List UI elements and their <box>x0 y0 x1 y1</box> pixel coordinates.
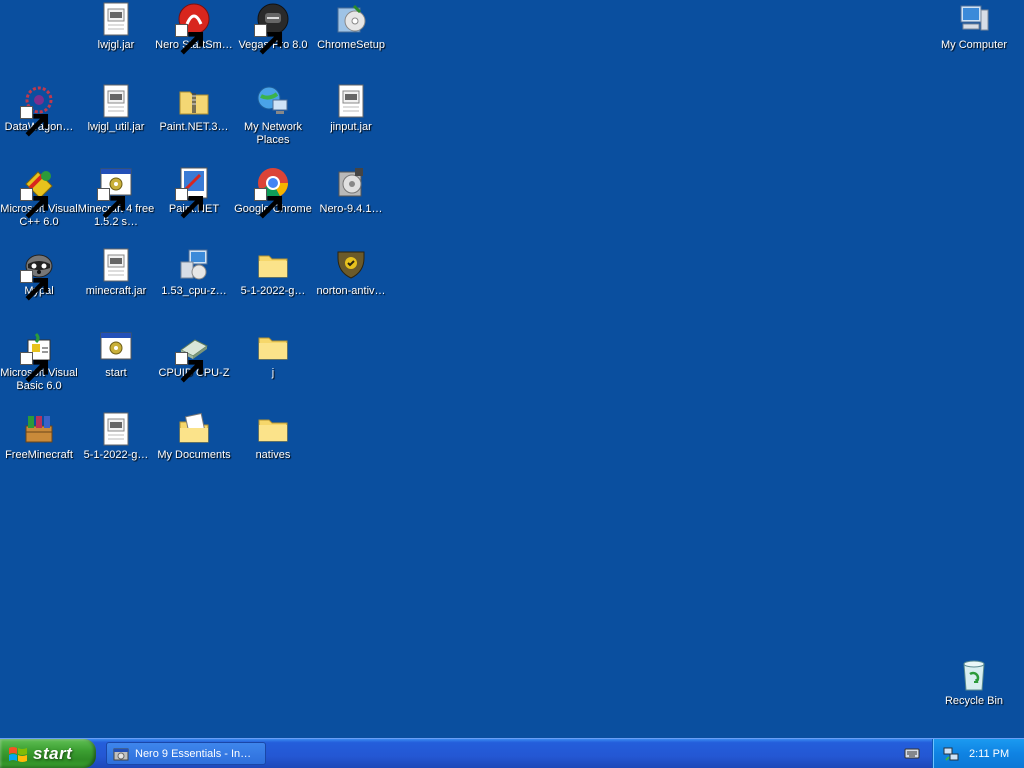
shortcut-arrow-icon <box>20 270 49 301</box>
batch-file-icon <box>97 166 133 219</box>
desktop-icon-ms-visual-basic[interactable]: Microsoft Visual Basic 6.0 <box>0 330 78 393</box>
desktop-icon-google-chrome[interactable]: Google Chrome <box>234 166 312 219</box>
desktop-icon-jinput-jar[interactable]: jinput.jar <box>312 84 390 134</box>
recycle-bin-icon <box>957 658 991 692</box>
shortcut-arrow-icon <box>254 188 283 219</box>
start-button[interactable]: start <box>0 739 96 768</box>
desktop-icon-start-bat[interactable]: start <box>77 330 155 380</box>
norton-shield-icon <box>334 248 368 282</box>
shortcut-arrow-icon <box>20 352 49 383</box>
icon-label: 5-1-2022-g… <box>240 285 306 297</box>
paint-net-icon <box>175 166 211 219</box>
desktop-icon-folder-j[interactable]: j <box>234 330 312 380</box>
shortcut-arrow-icon <box>20 106 49 137</box>
zip-folder-icon <box>177 84 211 118</box>
icon-label: natives <box>255 449 291 461</box>
my-documents-icon <box>177 412 211 446</box>
icon-label: 5-1-2022-g… <box>83 449 149 461</box>
desktop-icon-freeminecraft[interactable]: FreeMinecraft <box>0 412 78 462</box>
folder-icon <box>256 330 290 364</box>
desktop-icon-lwjgl-jar[interactable]: lwjgl.jar <box>77 2 155 52</box>
network-connection-icon[interactable] <box>943 746 959 762</box>
desktop-icon-folder-5-1-2022[interactable]: 5-1-2022-g… <box>234 248 312 298</box>
desktop-icon-nero-startsmart[interactable]: Nero StartSm… <box>155 2 233 55</box>
icon-label: norton-antiv… <box>316 285 386 297</box>
desktop-icon-my-network-places[interactable]: My Network Places <box>234 84 312 147</box>
installer-window-icon <box>113 748 129 760</box>
batch-file-icon <box>99 330 133 364</box>
desktop-icon-datawagon[interactable]: DataWagon… <box>0 84 78 137</box>
chrome-icon <box>254 166 290 219</box>
shortcut-arrow-icon <box>175 24 204 55</box>
taskbar-item-nero-essentials[interactable]: Nero 9 Essentials - In… <box>106 742 266 765</box>
shortcut-arrow-icon <box>175 352 204 383</box>
icon-label: FreeMinecraft <box>5 449 73 461</box>
winrar-archive-icon <box>22 412 56 446</box>
jar-file-icon <box>99 412 133 446</box>
desktop-icon-cpu-z-setup[interactable]: 1.53_cpu-z… <box>155 248 233 298</box>
desktop-icon-minecraft4free[interactable]: Minecraft 4 free 1.5.2 s… <box>77 166 155 229</box>
desktop-icon-paint-net[interactable]: Paint.NET <box>155 166 233 219</box>
windows-flag-icon <box>9 746 27 762</box>
desktop-icon-mypal[interactable]: Mypal <box>0 248 78 301</box>
icon-label: start <box>105 367 127 379</box>
desktop-icon-vegas-pro[interactable]: Vegas Pro 8.0 <box>234 2 312 55</box>
vegas-pro-icon <box>254 2 290 55</box>
taskbar-item-label: Nero 9 Essentials - In… <box>135 747 252 760</box>
shortcut-arrow-icon <box>175 188 204 219</box>
cpu-z-icon <box>175 330 211 383</box>
icon-label: My Documents <box>157 449 231 461</box>
icon-label: ChromeSetup <box>317 39 385 51</box>
desktop-icon-chromesetup[interactable]: ChromeSetup <box>312 2 390 52</box>
icon-label: Recycle Bin <box>944 695 1004 707</box>
folder-icon <box>256 412 290 446</box>
icon-label: Paint.NET.3… <box>159 121 229 133</box>
icon-label: jinput.jar <box>330 121 372 133</box>
icon-label: j <box>271 367 275 379</box>
folder-icon <box>256 248 290 282</box>
nero-icon <box>175 2 211 55</box>
desktop-icon-my-computer[interactable]: My Computer <box>935 2 1013 52</box>
jar-file-icon <box>99 2 133 36</box>
mypal-raccoon-icon <box>20 248 56 301</box>
desktop-icon-natives[interactable]: natives <box>234 412 312 462</box>
desktop-icon-recycle-bin[interactable]: Recycle Bin <box>935 658 1013 708</box>
desktop[interactable]: lwjgl.jar Nero StartSm… Vegas Pro 8.0 Ch… <box>0 0 1024 738</box>
icon-label: My Network Places <box>243 121 303 146</box>
network-places-icon <box>256 84 290 118</box>
clock[interactable]: 2:11 PM <box>969 748 1009 760</box>
desktop-icon-paint-net-zip[interactable]: Paint.NET.3… <box>155 84 233 134</box>
nero-installer-icon <box>334 166 368 200</box>
icon-label: My Computer <box>940 39 1008 51</box>
shortcut-arrow-icon <box>97 188 126 219</box>
datawagon-icon <box>20 84 56 137</box>
visual-basic-icon <box>20 330 56 383</box>
jar-file-icon <box>99 84 133 118</box>
desktop-icon-ms-visual-cpp[interactable]: Microsoft Visual C++ 6.0 <box>0 166 78 229</box>
setup-installer-icon <box>177 248 211 282</box>
desktop-icon-nero-941[interactable]: Nero-9.4.1… <box>312 166 390 216</box>
icon-label: 1.53_cpu-z… <box>161 285 227 297</box>
icon-label: Nero-9.4.1… <box>319 203 383 215</box>
shortcut-arrow-icon <box>254 24 283 55</box>
desktop-icon-cpuid-cpu-z[interactable]: CPUID CPU-Z <box>155 330 233 383</box>
computer-icon <box>957 2 991 36</box>
installer-disc-icon <box>334 2 368 36</box>
desktop-icon-minecraft-jar[interactable]: minecraft.jar <box>77 248 155 298</box>
icon-label: lwjgl_util.jar <box>87 121 145 133</box>
desktop-icon-lwjgl-util-jar[interactable]: lwjgl_util.jar <box>77 84 155 134</box>
icon-label: minecraft.jar <box>85 285 147 297</box>
desktop-icon-file-5-1-2022[interactable]: 5-1-2022-g… <box>77 412 155 462</box>
visual-cpp-icon <box>20 166 56 219</box>
jar-file-icon <box>99 248 133 282</box>
icon-label: lwjgl.jar <box>97 39 135 51</box>
system-tray: 2:11 PM <box>932 739 1024 768</box>
keyboard-icon[interactable] <box>904 746 920 760</box>
jar-file-icon <box>334 84 368 118</box>
start-label: start <box>33 743 73 763</box>
desktop-icon-norton-antivirus[interactable]: norton-antiv… <box>312 248 390 298</box>
taskbar: start Nero 9 Essentials - In… 2:11 PM <box>0 738 1024 768</box>
shortcut-arrow-icon <box>20 188 49 219</box>
desktop-icon-my-documents[interactable]: My Documents <box>155 412 233 462</box>
